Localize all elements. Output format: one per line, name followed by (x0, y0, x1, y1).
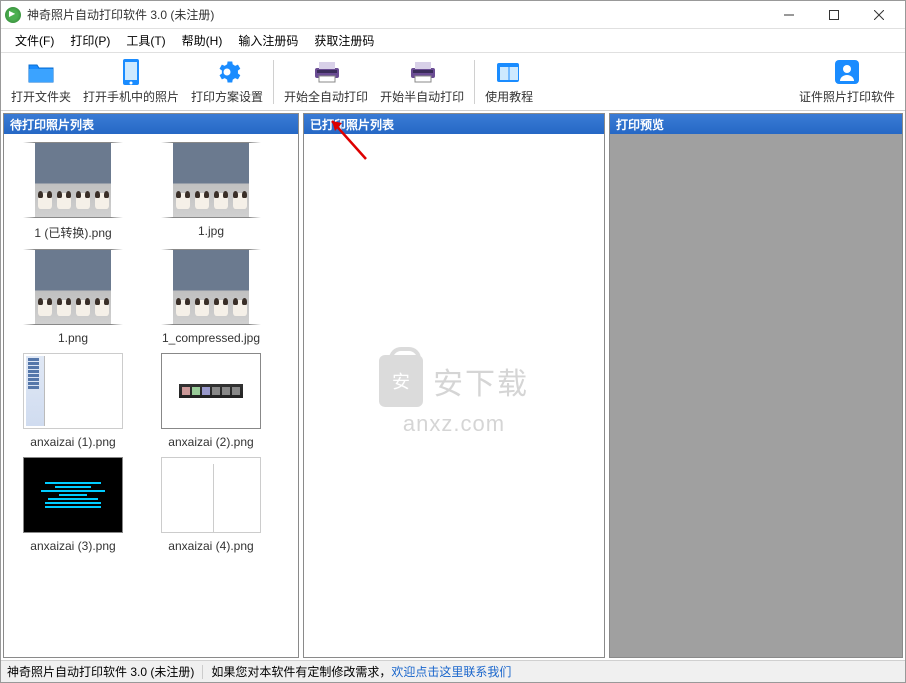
menu-print[interactable]: 打印(P) (62, 30, 118, 51)
id-photo-button[interactable]: 证件照片打印软件 (793, 55, 901, 109)
titlebar: 神奇照片自动打印软件 3.0 (未注册) (1, 1, 905, 29)
phone-icon (117, 58, 145, 86)
open-folder-button[interactable]: 打开文件夹 (5, 55, 77, 109)
printed-panel-body[interactable]: 安下载 anxz.com (304, 134, 604, 657)
preview-panel-header: 打印预览 (610, 114, 902, 134)
statusbar: 神奇照片自动打印软件 3.0 (未注册) 如果您对本软件有定制修改需求， 欢迎点… (1, 660, 905, 682)
printed-panel-header: 已打印照片列表 (304, 114, 604, 134)
open-phone-button[interactable]: 打开手机中的照片 (77, 55, 185, 109)
content-area: 待打印照片列表 1 (已转换).png 1.jpg 1.png 1_compresse… (1, 111, 905, 660)
menubar: 文件(F) 打印(P) 工具(T) 帮助(H) 输入注册码 获取注册码 (1, 29, 905, 53)
menu-enter-reg[interactable]: 输入注册码 (230, 30, 306, 51)
close-button[interactable] (856, 1, 901, 29)
start-semi-print-button[interactable]: 开始半自动打印 (374, 55, 470, 109)
thumbnail-label: 1_compressed.jpg (162, 331, 260, 345)
thumbnail-item[interactable]: anxaizai (4).png (146, 457, 276, 553)
thumbnail-item[interactable]: anxaizai (3).png (8, 457, 138, 553)
toolbar: 打开文件夹 打开手机中的照片 打印方案设置 开始全自动打印 开始半自动打印 使用… (1, 53, 905, 111)
start-auto-print-button[interactable]: 开始全自动打印 (278, 55, 374, 109)
watermark: 安下载 anxz.com (379, 355, 529, 437)
menu-tools[interactable]: 工具(T) (118, 30, 173, 51)
book-icon (495, 58, 523, 86)
preview-panel-body[interactable] (610, 134, 902, 657)
pending-panel-header: 待打印照片列表 (4, 114, 298, 134)
thumbnail-item[interactable]: 1 (已转换).png (8, 142, 138, 241)
gear-icon (213, 58, 241, 86)
menu-get-reg[interactable]: 获取注册码 (306, 30, 382, 51)
thumbnail-label: anxaizai (4).png (168, 539, 253, 553)
maximize-button[interactable] (811, 1, 856, 29)
printer-auto-icon (312, 58, 340, 86)
thumbnail-item[interactable]: 1_compressed.jpg (146, 249, 276, 345)
toolbar-separator (474, 60, 475, 104)
printer-semi-icon (408, 58, 436, 86)
folder-icon (27, 58, 55, 86)
thumbnail-item[interactable]: 1.jpg (146, 142, 276, 241)
status-contact-link[interactable]: 欢迎点击这里联系我们 (391, 663, 511, 680)
id-photo-icon (833, 58, 861, 86)
thumbnail-item[interactable]: 1.png (8, 249, 138, 345)
printed-panel: 已打印照片列表 安下载 anxz.com (303, 113, 605, 658)
tutorial-button[interactable]: 使用教程 (479, 55, 539, 109)
window-title: 神奇照片自动打印软件 3.0 (未注册) (27, 6, 766, 23)
watermark-url: anxz.com (403, 411, 505, 437)
status-app-name: 神奇照片自动打印软件 3.0 (未注册) (7, 663, 194, 680)
thumbnail-item[interactable]: anxaizai (2).png (146, 353, 276, 449)
app-icon (5, 7, 21, 23)
minimize-button[interactable] (766, 1, 811, 29)
status-msg-prefix: 如果您对本软件有定制修改需求， (211, 663, 391, 680)
print-plan-button[interactable]: 打印方案设置 (185, 55, 269, 109)
thumbnail-label: anxaizai (3).png (30, 539, 115, 553)
toolbar-separator (273, 60, 274, 104)
menu-file[interactable]: 文件(F) (7, 30, 62, 51)
thumbnail-label: 1 (已转换).png (34, 224, 111, 241)
pending-panel-body[interactable]: 1 (已转换).png 1.jpg 1.png 1_compressed.jpganx… (4, 134, 298, 657)
preview-panel: 打印预览 (609, 113, 903, 658)
watermark-text-cn: 安下载 (433, 359, 529, 403)
watermark-lock-icon (379, 355, 423, 407)
thumbnail-label: anxaizai (2).png (168, 435, 253, 449)
thumbnail-label: anxaizai (1).png (30, 435, 115, 449)
thumbnail-label: 1.png (58, 331, 88, 345)
thumbnail-item[interactable]: anxaizai (1).png (8, 353, 138, 449)
pending-panel: 待打印照片列表 1 (已转换).png 1.jpg 1.png 1_compresse… (3, 113, 299, 658)
thumbnail-label: 1.jpg (198, 224, 224, 238)
menu-help[interactable]: 帮助(H) (174, 30, 231, 51)
